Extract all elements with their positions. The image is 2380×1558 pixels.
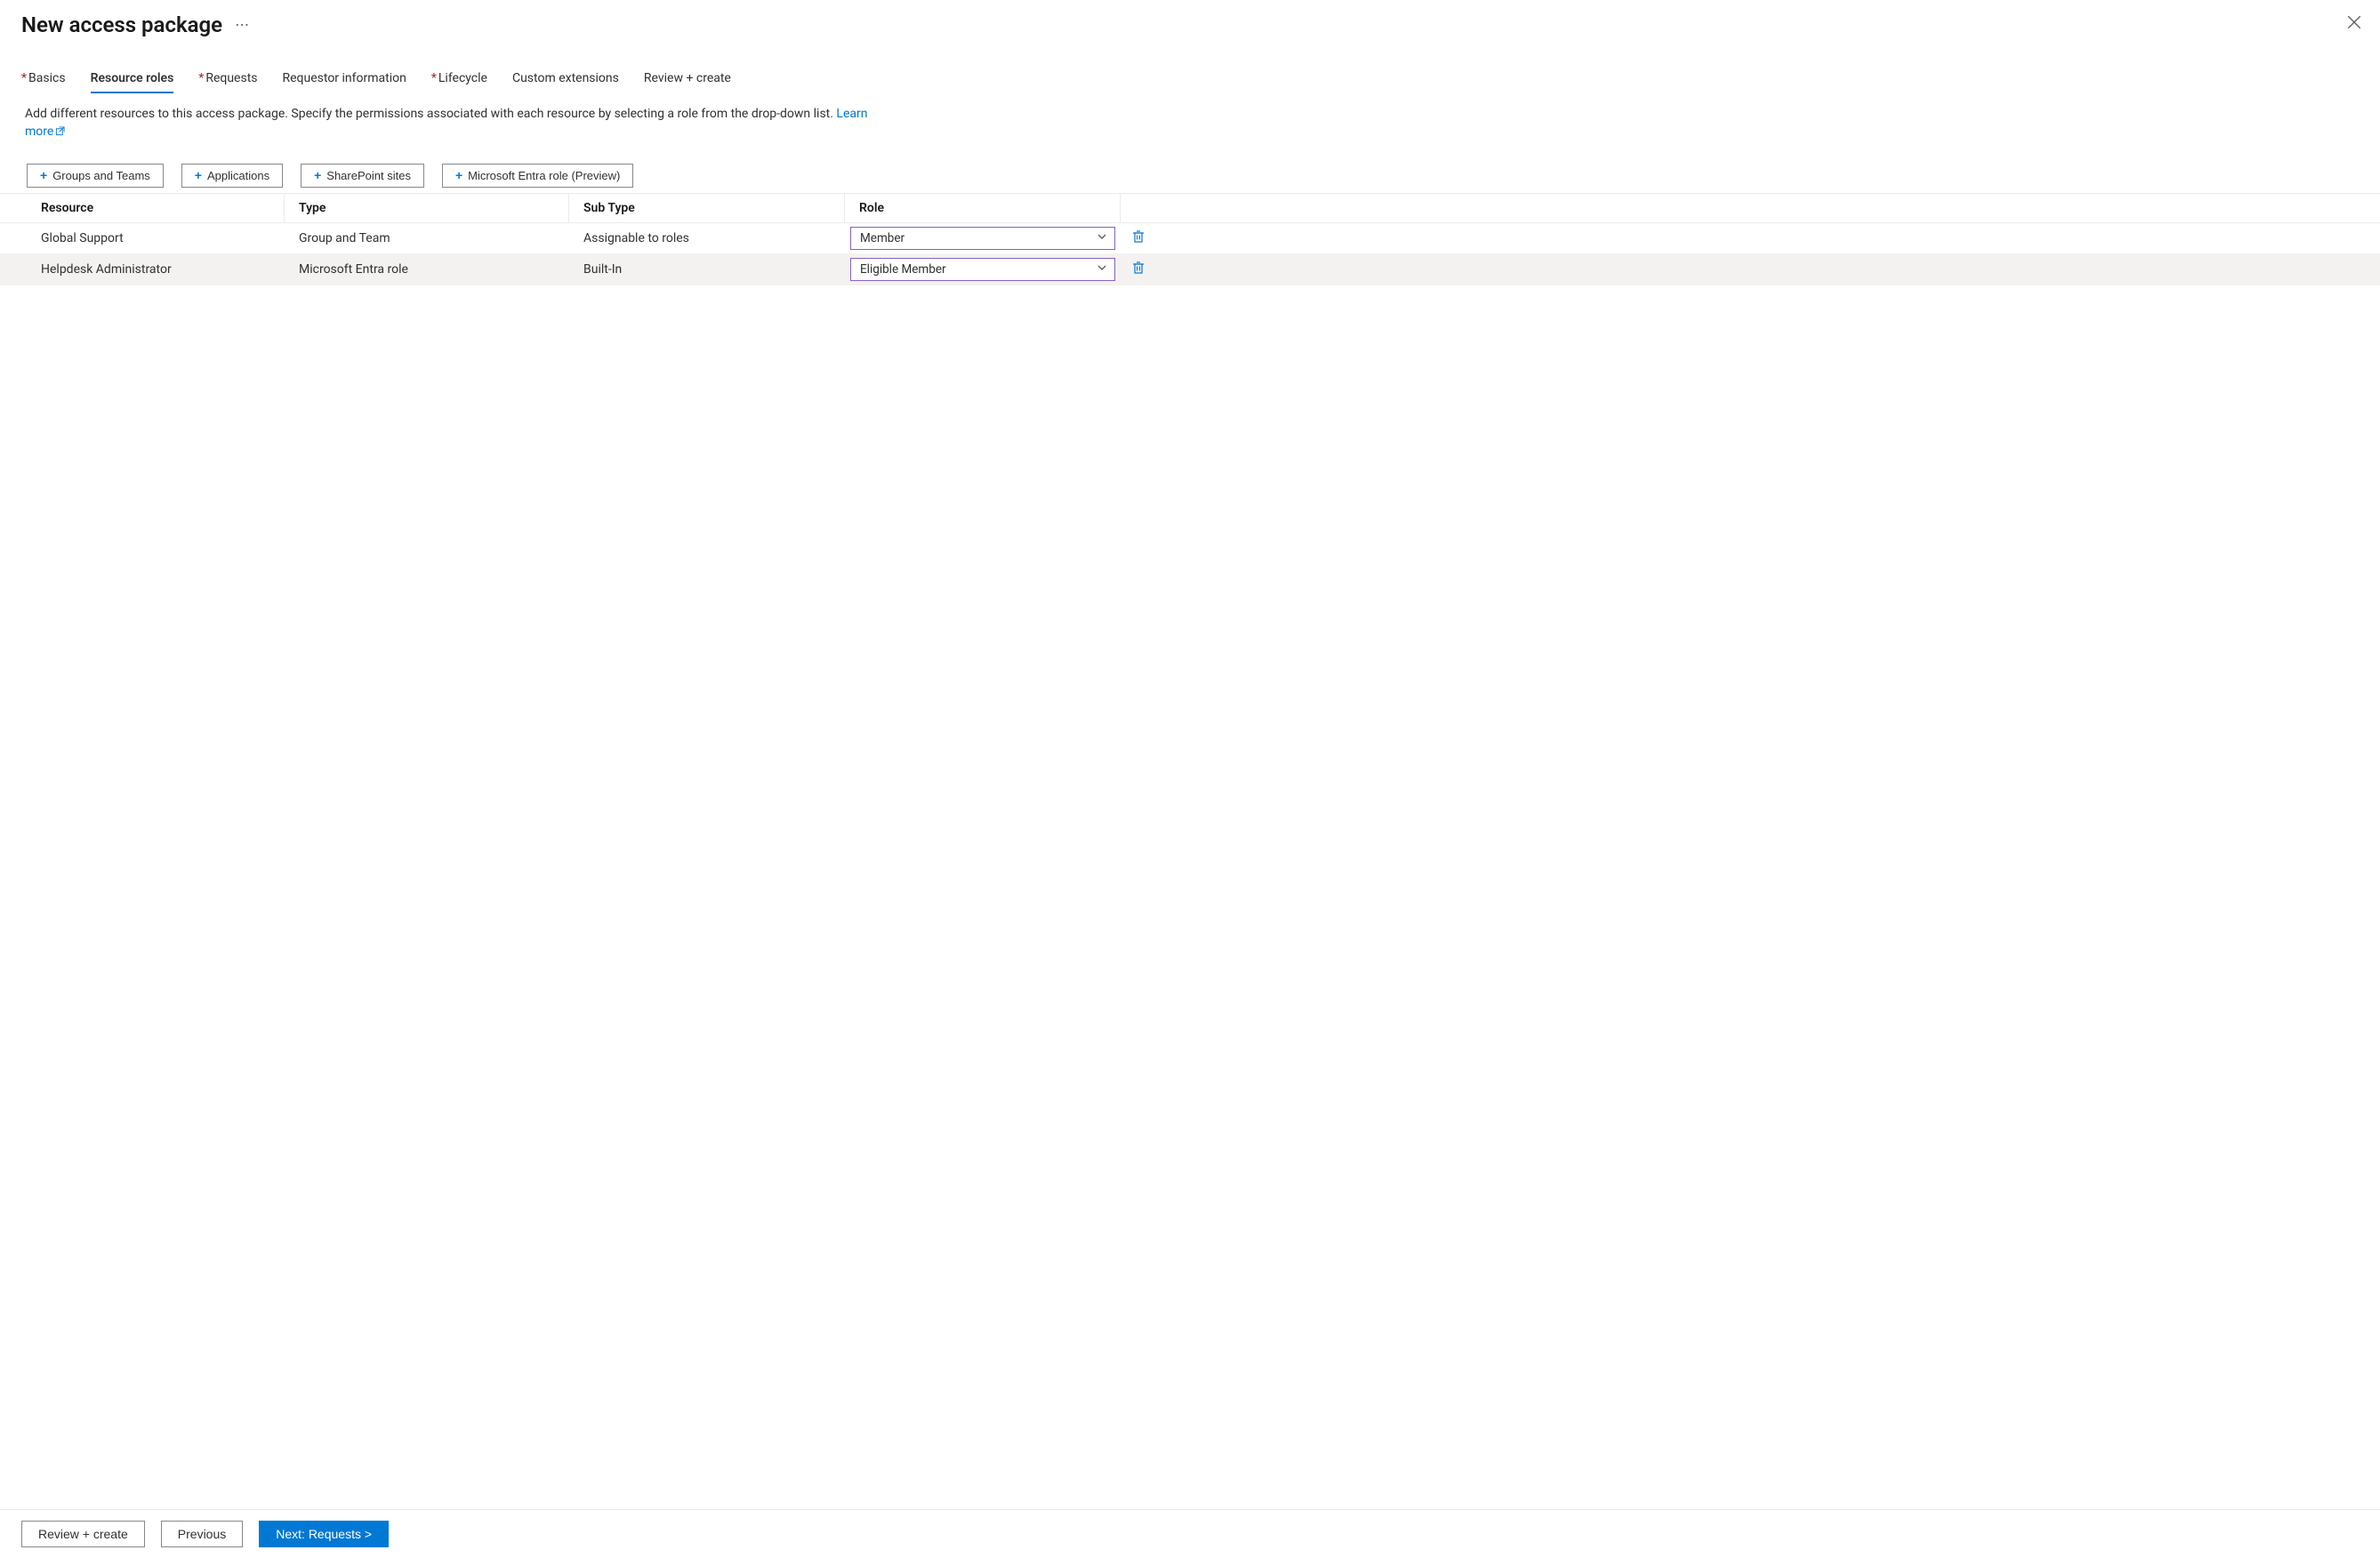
add-button-label: SharePoint sites — [326, 169, 411, 182]
plus-icon: + — [314, 169, 321, 181]
close-icon[interactable] — [2346, 14, 2362, 30]
wizard-tabs: *Basics Resource roles *Requests Request… — [0, 37, 2380, 92]
column-header-type: Type — [285, 194, 569, 222]
tab-label: Requests — [205, 71, 257, 85]
more-icon[interactable]: ⋯ — [235, 18, 250, 32]
resource-roles-table: Resource Type Sub Type Role Global Suppo… — [0, 193, 2380, 285]
tab-resource-roles[interactable]: Resource roles — [91, 66, 174, 92]
delete-row-icon[interactable] — [1131, 229, 1146, 247]
add-applications-button[interactable]: + Applications — [181, 164, 283, 188]
tab-label: Custom extensions — [512, 71, 619, 85]
tab-label: Requestor information — [283, 71, 406, 85]
plus-icon: + — [40, 169, 47, 181]
table-row: Helpdesk Administrator Microsoft Entra r… — [0, 254, 2380, 285]
column-header-resource: Resource — [0, 194, 285, 222]
delete-row-icon[interactable] — [1131, 261, 1146, 278]
add-button-label: Groups and Teams — [52, 169, 150, 182]
column-header-subtype: Sub Type — [569, 194, 845, 222]
tab-label: Review + create — [644, 71, 731, 85]
cell-subtype: Built-In — [569, 256, 845, 283]
role-dropdown-value: Member — [860, 231, 905, 245]
review-create-button[interactable]: Review + create — [21, 1521, 145, 1547]
role-dropdown-value: Eligible Member — [860, 262, 946, 277]
column-header-role: Role — [845, 194, 1121, 222]
cell-subtype: Assignable to roles — [569, 225, 845, 252]
chevron-down-icon — [1097, 231, 1107, 245]
role-dropdown[interactable]: Eligible Member — [850, 258, 1115, 281]
external-link-icon — [55, 124, 65, 141]
add-button-label: Applications — [207, 169, 269, 182]
tab-label: Resource roles — [91, 71, 174, 85]
tab-label: Lifecycle — [438, 71, 487, 85]
add-entra-role-button[interactable]: + Microsoft Entra role (Preview) — [442, 164, 633, 188]
chevron-down-icon — [1097, 262, 1107, 277]
next-button[interactable]: Next: Requests > — [259, 1521, 389, 1547]
add-groups-and-teams-button[interactable]: + Groups and Teams — [27, 164, 164, 188]
cell-resource: Global Support — [0, 225, 285, 252]
cell-type: Group and Team — [285, 225, 569, 252]
add-sharepoint-sites-button[interactable]: + SharePoint sites — [301, 164, 424, 188]
tab-lifecycle[interactable]: *Lifecycle — [431, 66, 487, 92]
role-dropdown[interactable]: Member — [850, 227, 1115, 250]
description-body: Add different resources to this access p… — [25, 107, 836, 121]
previous-button[interactable]: Previous — [161, 1521, 243, 1547]
page-title: New access package — [21, 12, 222, 37]
column-header-actions — [1121, 201, 1156, 215]
tab-label: Basics — [28, 71, 66, 85]
table-row: Global Support Group and Team Assignable… — [0, 223, 2380, 254]
cell-resource: Helpdesk Administrator — [0, 256, 285, 283]
tab-requestor-information[interactable]: Requestor information — [283, 66, 406, 92]
plus-icon: + — [195, 169, 202, 181]
add-button-label: Microsoft Entra role (Preview) — [468, 169, 620, 182]
tab-requests[interactable]: *Requests — [198, 66, 257, 92]
plus-icon: + — [455, 169, 462, 181]
cell-type: Microsoft Entra role — [285, 256, 569, 283]
tab-basics[interactable]: *Basics — [21, 66, 66, 92]
description-text: Add different resources to this access p… — [0, 92, 889, 142]
tab-review-create[interactable]: Review + create — [644, 66, 731, 92]
tab-custom-extensions[interactable]: Custom extensions — [512, 66, 619, 92]
